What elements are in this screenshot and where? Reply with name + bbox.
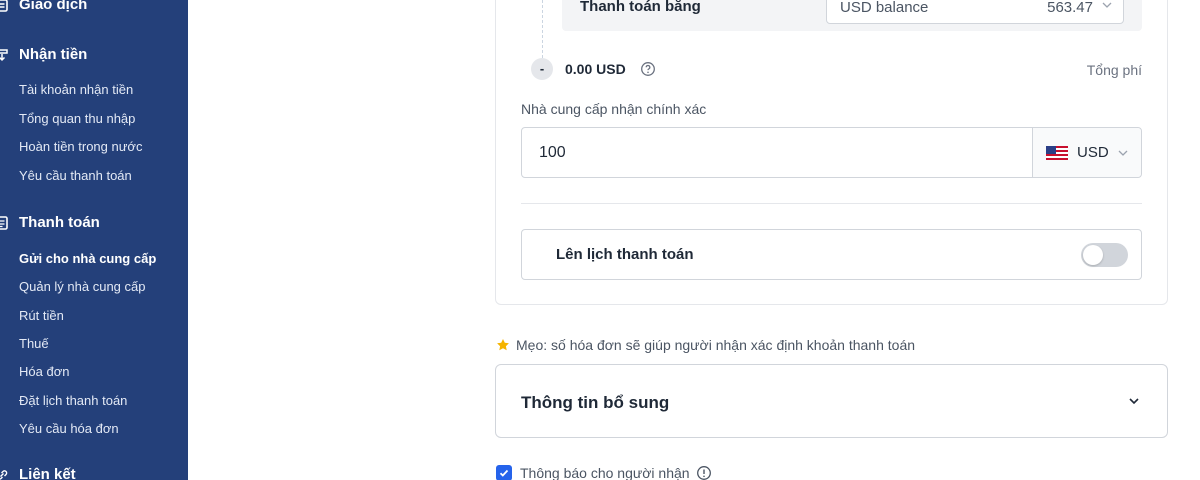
star-icon	[497, 339, 509, 351]
additional-info-title: Thông tin bổ sung	[521, 393, 670, 412]
schedule-payment-label: Lên lịch thanh toán	[556, 246, 694, 263]
chevron-down-icon	[1118, 150, 1128, 156]
help-icon[interactable]	[640, 61, 656, 77]
sidebar-item-tax[interactable]: Thuế	[19, 336, 49, 351]
additional-info-accordion[interactable]: Thông tin bổ sung	[495, 364, 1168, 438]
sidebar-item-domestic-refund[interactable]: Hoàn tiền trong nước	[19, 139, 142, 154]
notify-recipient-checkbox[interactable]	[496, 465, 512, 480]
sidebar-section-label: Liên kết	[19, 466, 76, 480]
funding-source-label: USD balance	[840, 0, 929, 16]
chevron-down-icon	[1102, 2, 1112, 8]
tip-text: Mẹo: số hóa đơn sẽ giúp người nhận xác đ…	[516, 337, 916, 353]
sidebar-item-income-overview[interactable]: Tổng quan thu nhập	[19, 111, 135, 126]
sidebar-item-invoice-request[interactable]: Yêu cầu hóa đơn	[19, 421, 119, 436]
sidebar-item-manage-vendors[interactable]: Quản lý nhà cung cấp	[19, 279, 145, 294]
sidebar-section-receive[interactable]: Nhận tiền	[0, 46, 87, 63]
notify-recipient-row: Thông báo cho người nhận	[496, 465, 712, 480]
receive-money-icon	[0, 48, 8, 62]
funding-source-balance: 563.47	[1047, 0, 1093, 16]
payment-icon	[0, 215, 8, 230]
total-fee-label: Tổng phí	[1086, 62, 1142, 78]
info-icon[interactable]	[696, 465, 712, 480]
notify-recipient-label: Thông báo cho người nhận	[520, 465, 690, 480]
chevron-down-icon	[1129, 398, 1139, 405]
schedule-payment-row: Lên lịch thanh toán	[521, 229, 1142, 280]
us-flag-icon	[1046, 146, 1068, 160]
sidebar-item-scheduled-payments[interactable]: Đặt lịch thanh toán	[19, 393, 127, 408]
toggle-knob	[1083, 245, 1103, 265]
fee-connector-line	[542, 0, 543, 58]
funding-source-select[interactable]: USD balance 563.47	[826, 0, 1124, 24]
currency-select[interactable]: USD	[1032, 128, 1141, 177]
fee-minus-badge: -	[531, 58, 553, 80]
fee-amount: 0.00 USD	[565, 61, 626, 77]
sidebar-section-payment[interactable]: Thanh toán	[0, 214, 100, 231]
checkmark-icon	[499, 469, 509, 477]
sidebar-item-send-to-vendor[interactable]: Gửi cho nhà cung cấp	[19, 251, 156, 266]
sidebar-section-transactions[interactable]: Giao dịch	[0, 0, 87, 13]
sidebar-item-invoices[interactable]: Hóa đơn	[19, 364, 69, 379]
amount-field: USD	[521, 127, 1142, 178]
sidebar: Giao dịch Nhận tiền Tài khoản nhận tiền …	[0, 0, 188, 480]
sidebar-item-payment-request[interactable]: Yêu cầu thanh toán	[19, 168, 132, 183]
invoice-tip: Mẹo: số hóa đơn sẽ giúp người nhận xác đ…	[496, 337, 915, 353]
transaction-icon	[0, 0, 8, 12]
sidebar-item-withdraw[interactable]: Rút tiền	[19, 308, 64, 323]
sidebar-item-receive-accounts[interactable]: Tài khoản nhận tiền	[19, 82, 133, 97]
divider	[521, 203, 1142, 204]
currency-code: USD	[1077, 144, 1109, 161]
schedule-payment-toggle[interactable]	[1081, 243, 1128, 267]
link-icon	[0, 468, 8, 480]
pay-with-label: Thanh toán bằng	[580, 0, 701, 15]
sidebar-section-label: Giao dịch	[19, 0, 88, 13]
sidebar-section-links[interactable]: Liên kết	[0, 466, 76, 480]
vendor-receives-label: Nhà cung cấp nhận chính xác	[521, 101, 707, 117]
amount-input[interactable]	[522, 128, 1032, 177]
sidebar-section-label: Thanh toán	[19, 214, 100, 231]
sidebar-section-label: Nhận tiền	[19, 46, 88, 63]
